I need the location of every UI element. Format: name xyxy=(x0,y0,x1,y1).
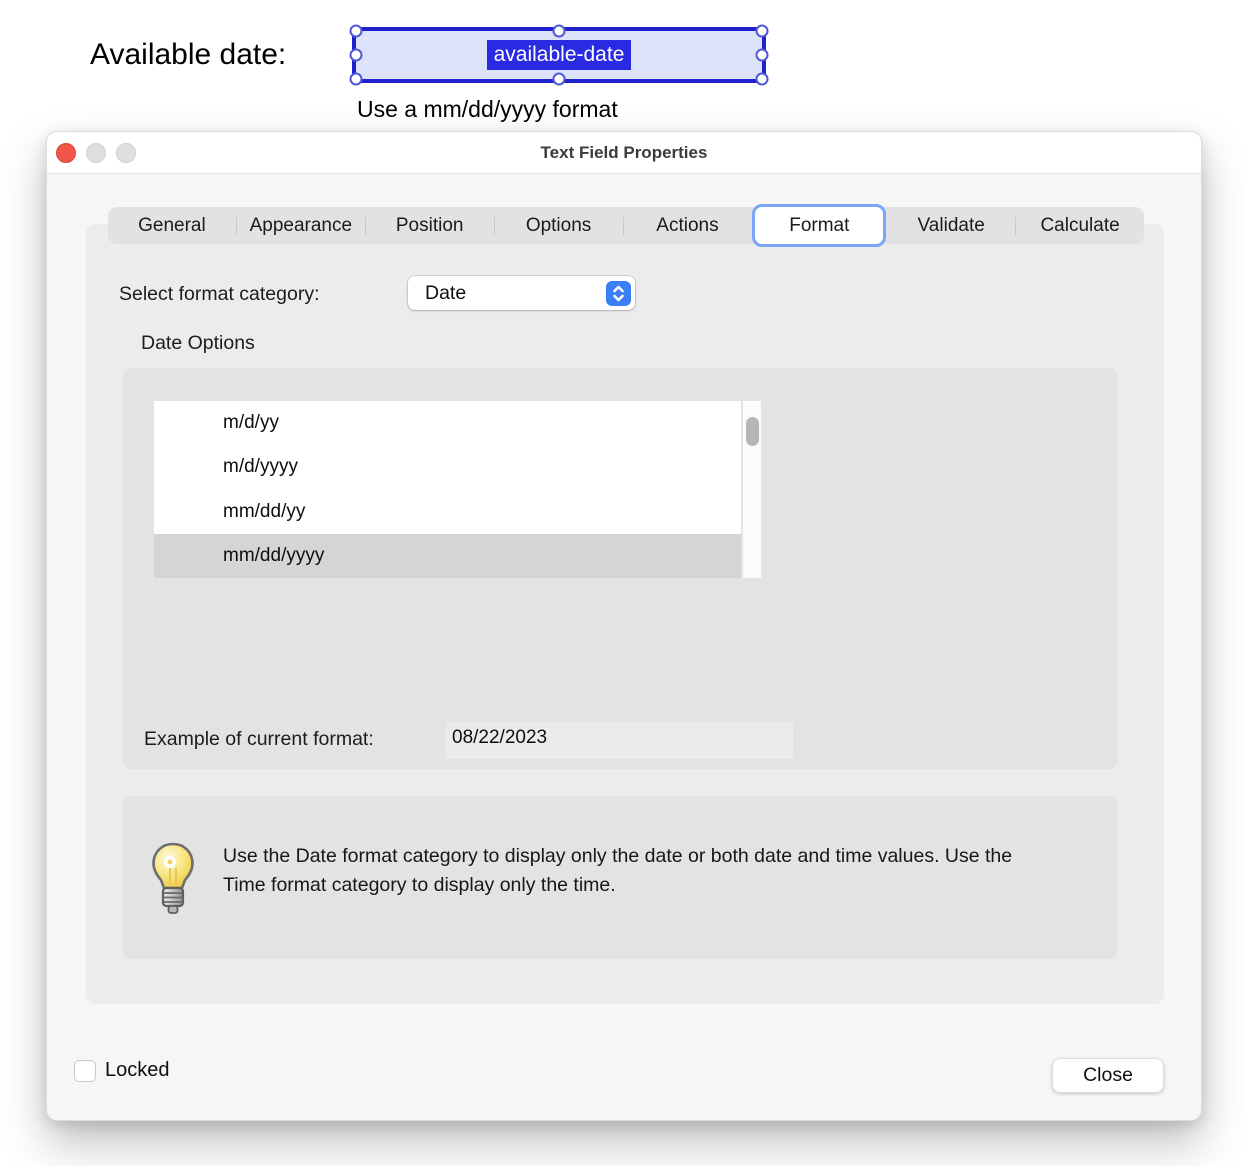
example-format-value: 08/22/2023 xyxy=(446,722,793,749)
date-format-option-selected[interactable]: mm/dd/yyyy xyxy=(154,534,741,578)
close-window-icon[interactable] xyxy=(56,143,76,163)
tab-appearance[interactable]: Appearance xyxy=(237,207,365,244)
dialog-titlebar[interactable]: Text Field Properties xyxy=(47,132,1201,174)
date-options-heading: Date Options xyxy=(141,332,255,355)
tab-validate[interactable]: Validate xyxy=(887,207,1015,244)
form-field-label: Available date: xyxy=(90,38,286,72)
example-format-field: 08/22/2023 xyxy=(446,722,793,759)
tab-format[interactable]: Format xyxy=(752,204,886,247)
tip-box: Use the Date format category to display … xyxy=(123,796,1118,959)
tab-calculate[interactable]: Calculate xyxy=(1016,207,1144,244)
resize-handle-mid-left[interactable] xyxy=(350,49,363,62)
date-format-option[interactable]: m/d/yy xyxy=(154,401,741,445)
resize-handle-bottom-right[interactable] xyxy=(756,73,769,86)
popup-chevrons-icon xyxy=(606,281,631,306)
resize-handle-top-center[interactable] xyxy=(553,25,566,38)
format-category-label: Select format category: xyxy=(119,283,320,306)
dialog-title: Text Field Properties xyxy=(541,143,708,163)
format-category-select[interactable]: Date xyxy=(408,276,635,310)
list-scrollbar[interactable] xyxy=(741,401,761,578)
resize-handle-mid-right[interactable] xyxy=(756,49,769,62)
tab-options[interactable]: Options xyxy=(495,207,623,244)
locked-checkbox[interactable] xyxy=(74,1060,96,1082)
tab-general[interactable]: General xyxy=(108,207,236,244)
date-format-list: m/d/yy m/d/yyyy mm/dd/yy mm/dd/yyyy xyxy=(154,401,763,578)
lightbulb-icon xyxy=(149,841,197,926)
text-field-properties-dialog: Text Field Properties General Appearance… xyxy=(46,131,1202,1121)
resize-handle-bottom-left[interactable] xyxy=(350,73,363,86)
zoom-window-icon xyxy=(116,143,136,163)
tab-actions[interactable]: Actions xyxy=(624,207,752,244)
minimize-window-icon xyxy=(86,143,106,163)
tip-text: Use the Date format category to display … xyxy=(223,842,1035,899)
date-format-option[interactable]: mm/dd/yy xyxy=(154,490,741,534)
scrollbar-thumb[interactable] xyxy=(746,417,759,446)
resize-handle-top-right[interactable] xyxy=(756,25,769,38)
close-button[interactable]: Close xyxy=(1052,1058,1164,1093)
date-format-option[interactable]: m/d/yyyy xyxy=(154,445,741,489)
form-field-tooltip-text: Use a mm/dd/yyyy format xyxy=(357,96,618,123)
resize-handle-bottom-center[interactable] xyxy=(553,73,566,86)
properties-tab-bar: General Appearance Position Options Acti… xyxy=(108,207,1144,244)
format-tab-content: Select format category: Date Date Option… xyxy=(86,224,1164,1004)
available-date-form-field[interactable]: available-date xyxy=(352,27,766,83)
screen: Available date: available-date Use a mm/… xyxy=(0,0,1244,1166)
resize-handle-top-left[interactable] xyxy=(350,25,363,38)
example-format-label: Example of current format: xyxy=(144,728,374,751)
field-name-selected-text[interactable]: available-date xyxy=(487,40,632,70)
date-options-group: m/d/yy m/d/yyyy mm/dd/yy mm/dd/yyyy Exam… xyxy=(123,368,1118,769)
locked-checkbox-label: Locked xyxy=(105,1059,170,1082)
format-category-selected-value: Date xyxy=(408,282,606,305)
tab-position[interactable]: Position xyxy=(366,207,494,244)
